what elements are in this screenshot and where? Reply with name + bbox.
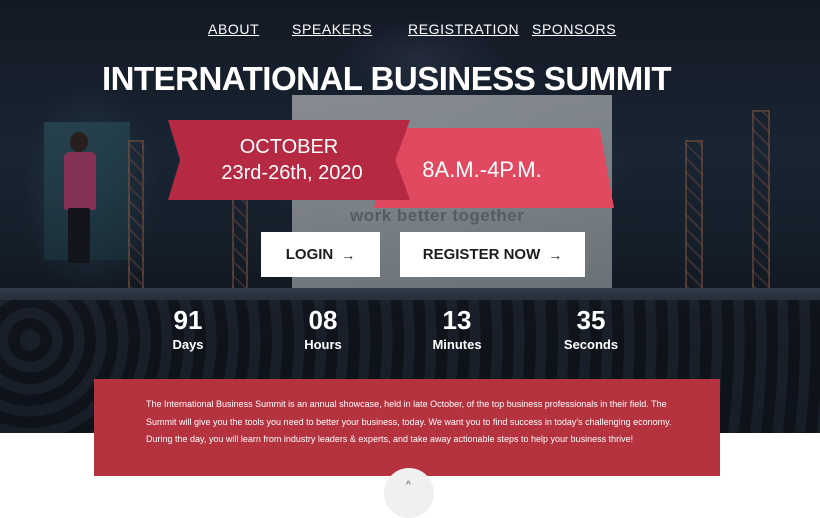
countdown-hours: 08 Hours bbox=[283, 304, 363, 352]
event-month: OCTOBER bbox=[239, 136, 339, 158]
arrow-right-icon: → bbox=[548, 246, 563, 263]
nav-speakers-link[interactable]: SPEAKERS bbox=[292, 21, 372, 37]
nav-about-link[interactable]: ABOUT bbox=[208, 21, 259, 37]
nav-sponsors-link[interactable]: SPONSORS bbox=[532, 21, 616, 37]
countdown-value: 13 bbox=[442, 305, 472, 335]
countdown-unit: Hours bbox=[304, 337, 342, 352]
chevron-down-icon: ^ bbox=[406, 480, 411, 491]
countdown-days: 91 Days bbox=[148, 304, 228, 352]
countdown-seconds: 35 Seconds bbox=[551, 304, 631, 352]
scroll-down-button[interactable]: ^ bbox=[384, 468, 434, 518]
page-title: INTERNATIONAL BUSINESS SUMMIT bbox=[101, 60, 672, 97]
date-ribbon bbox=[168, 120, 410, 200]
top-nav: ABOUT SPEAKERS REGISTRATION SPONSORS bbox=[0, 21, 820, 41]
countdown-minutes: 13 Minutes bbox=[417, 304, 497, 352]
about-description: The International Business Summit is an … bbox=[94, 379, 720, 476]
countdown-value: 08 bbox=[308, 305, 338, 335]
countdown-value: 35 bbox=[576, 305, 606, 335]
register-button-label: REGISTER NOW bbox=[422, 246, 541, 263]
event-dates: 23rd-26th, 2020 bbox=[221, 162, 363, 184]
login-button-label: LOGIN bbox=[285, 246, 334, 263]
event-time: 8A.M.-4P.M. bbox=[422, 157, 542, 182]
arrow-right-icon: → bbox=[341, 246, 356, 263]
countdown-value: 91 bbox=[173, 305, 203, 335]
login-button[interactable]: LOGIN → bbox=[261, 232, 380, 277]
countdown-unit: Seconds bbox=[563, 337, 619, 352]
register-now-button[interactable]: REGISTER NOW → bbox=[400, 232, 585, 277]
nav-registration-link[interactable]: REGISTRATION bbox=[408, 21, 519, 37]
countdown-unit: Minutes bbox=[432, 337, 482, 352]
countdown-unit: Days bbox=[172, 337, 204, 352]
